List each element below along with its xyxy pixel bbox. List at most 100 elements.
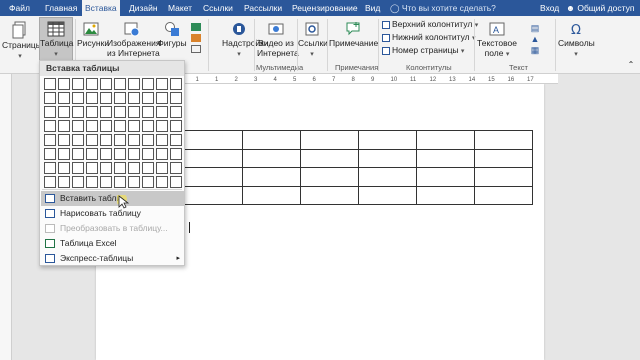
grid-cell[interactable] [114, 106, 126, 118]
online-pictures-button[interactable]: Изображения из Интернета [107, 21, 160, 58]
grid-cell[interactable] [72, 92, 84, 104]
grid-cell[interactable] [58, 106, 70, 118]
pictures-button[interactable]: Рисунки [77, 21, 109, 48]
grid-cell[interactable] [44, 134, 56, 146]
share-button[interactable]: ☻ Общий доступ [563, 0, 637, 16]
table-button[interactable]: Таблица ▾ [39, 17, 73, 61]
grid-cell[interactable] [170, 148, 182, 160]
table-cell[interactable] [474, 185, 533, 205]
grid-cell[interactable] [100, 148, 112, 160]
tab-references[interactable]: Ссылки [200, 0, 236, 16]
grid-cell[interactable] [72, 120, 84, 132]
document-table[interactable] [184, 130, 533, 205]
grid-cell[interactable] [156, 176, 168, 188]
table-cell[interactable] [416, 130, 475, 150]
table-cell[interactable] [242, 185, 301, 205]
grid-cell[interactable] [114, 120, 126, 132]
tab-mailings[interactable]: Рассылки [241, 0, 285, 16]
grid-cell[interactable] [128, 148, 140, 160]
page-number-button[interactable]: Номер страницы ▾ [382, 45, 464, 57]
grid-cell[interactable] [86, 162, 98, 174]
pages-button[interactable]: Страницы ▾ [2, 21, 42, 62]
grid-cell[interactable] [58, 162, 70, 174]
tab-layout[interactable]: Макет [165, 0, 195, 16]
grid-cell[interactable] [128, 106, 140, 118]
grid-cell[interactable] [156, 134, 168, 146]
grid-cell[interactable] [44, 176, 56, 188]
comment-button[interactable]: Примечание [329, 21, 378, 48]
excel-table-item[interactable]: Таблица Excel [41, 236, 184, 251]
grid-cell[interactable] [58, 176, 70, 188]
grid-cell[interactable] [114, 78, 126, 90]
grid-cell[interactable] [86, 106, 98, 118]
table-cell[interactable] [300, 148, 359, 168]
grid-cell[interactable] [142, 106, 154, 118]
grid-cell[interactable] [72, 148, 84, 160]
grid-cell[interactable] [170, 134, 182, 146]
insert-table-item[interactable]: Вставить табли [41, 191, 184, 206]
grid-cell[interactable] [170, 120, 182, 132]
grid-cell[interactable] [100, 176, 112, 188]
tab-design[interactable]: Дизайн [126, 0, 161, 16]
grid-cell[interactable] [128, 134, 140, 146]
grid-cell[interactable] [100, 120, 112, 132]
grid-cell[interactable] [86, 120, 98, 132]
draw-table-item[interactable]: Нарисовать таблицу [41, 206, 184, 221]
grid-cell[interactable] [156, 120, 168, 132]
grid-cell[interactable] [170, 176, 182, 188]
grid-cell[interactable] [100, 106, 112, 118]
table-cell[interactable] [242, 167, 301, 187]
grid-cell[interactable] [58, 92, 70, 104]
table-cell[interactable] [358, 167, 417, 187]
grid-cell[interactable] [44, 148, 56, 160]
table-cell[interactable] [416, 167, 475, 187]
addins-button[interactable]: Надстройки ▾ [222, 21, 269, 60]
header-button[interactable]: Верхний колонтитул ▾ [382, 19, 478, 31]
table-cell[interactable] [300, 185, 359, 205]
grid-cell[interactable] [114, 162, 126, 174]
tab-home[interactable]: Главная [42, 0, 80, 16]
grid-cell[interactable] [72, 106, 84, 118]
grid-cell[interactable] [44, 106, 56, 118]
table-cell[interactable] [474, 148, 533, 168]
grid-cell[interactable] [86, 78, 98, 90]
grid-cell[interactable] [58, 120, 70, 132]
grid-cell[interactable] [142, 176, 154, 188]
grid-cell[interactable] [128, 162, 140, 174]
grid-cell[interactable] [72, 162, 84, 174]
table-cell[interactable] [242, 130, 301, 150]
grid-cell[interactable] [100, 162, 112, 174]
tab-insert[interactable]: Вставка [82, 0, 120, 16]
tell-me-box[interactable]: ◯ Что вы хотите сделать? [390, 0, 496, 16]
grid-cell[interactable] [100, 92, 112, 104]
grid-cell[interactable] [58, 78, 70, 90]
table-cell[interactable] [300, 167, 359, 187]
grid-cell[interactable] [100, 78, 112, 90]
grid-cell[interactable] [142, 134, 154, 146]
table-cell[interactable] [184, 185, 243, 205]
grid-cell[interactable] [128, 120, 140, 132]
shapes-button[interactable]: Фигуры [157, 21, 187, 48]
grid-cell[interactable] [142, 120, 154, 132]
grid-cell[interactable] [128, 176, 140, 188]
grid-cell[interactable] [142, 78, 154, 90]
table-cell[interactable] [358, 148, 417, 168]
grid-cell[interactable] [86, 148, 98, 160]
table-cell[interactable] [358, 130, 417, 150]
grid-cell[interactable] [170, 92, 182, 104]
symbols-button[interactable]: Ω Символы ▾ [558, 21, 595, 60]
grid-cell[interactable] [128, 78, 140, 90]
quick-tables-item[interactable]: Экспресс-таблицы ▸ [41, 251, 184, 266]
grid-cell[interactable] [170, 162, 182, 174]
grid-cell[interactable] [128, 92, 140, 104]
table-cell[interactable] [184, 130, 243, 150]
table-cell[interactable] [184, 148, 243, 168]
grid-cell[interactable] [86, 176, 98, 188]
grid-cell[interactable] [72, 176, 84, 188]
smartart-small-icons[interactable] [188, 23, 204, 53]
table-cell[interactable] [416, 185, 475, 205]
grid-cell[interactable] [72, 78, 84, 90]
grid-cell[interactable] [58, 148, 70, 160]
table-cell[interactable] [474, 167, 533, 187]
text-small-icons[interactable]: ▤ ▲ ▦ [520, 23, 550, 56]
